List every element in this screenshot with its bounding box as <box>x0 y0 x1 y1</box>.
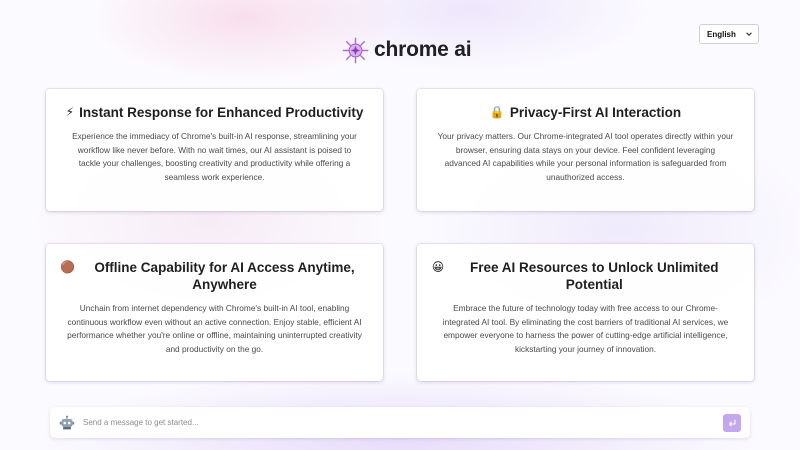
card-title: 😀 Free AI Resources to Unlock Unlimited … <box>431 259 740 293</box>
card-body: Your privacy matters. Our Chrome-integra… <box>437 131 734 182</box>
card-body: Embrace the future of technology today w… <box>442 303 729 354</box>
brand-logo-icon <box>342 37 369 63</box>
language-select[interactable]: English <box>699 24 759 44</box>
feature-card-offline: 🟤 Offline Capability for AI Access Anyti… <box>46 244 383 381</box>
lock-icon: 🔒 <box>489 105 505 119</box>
smiley-icon: 😀 <box>431 260 445 274</box>
card-title-text: Privacy-First AI Interaction <box>509 105 682 120</box>
chat-message-input[interactable] <box>83 412 723 433</box>
feature-card-free-resources: 😀 Free AI Resources to Unlock Unlimited … <box>417 244 754 381</box>
card-title-text: Free AI Resources to Unlock Unlimited Po… <box>469 260 719 292</box>
lightning-icon: ⚡ <box>65 105 75 119</box>
brand-name: chrome ai <box>374 38 472 61</box>
card-title-text: Offline Capability for AI Access Anytime… <box>94 260 355 292</box>
send-button[interactable] <box>723 413 741 432</box>
feature-card-privacy: 🔒 Privacy-First AI Interaction Your priv… <box>417 89 754 211</box>
robot-icon <box>59 415 75 429</box>
card-title-text: Instant Response for Enhanced Productivi… <box>79 105 364 120</box>
chevron-down-icon <box>746 32 752 36</box>
card-title: 🔒 Privacy-First AI Interaction <box>431 104 740 121</box>
card-body: Experience the immediacy of Chrome's bui… <box>72 131 357 182</box>
card-title: ⚡ Instant Response for Enhanced Producti… <box>60 104 369 121</box>
card-title: 🟤 Offline Capability for AI Access Anyti… <box>60 259 369 293</box>
card-body: Unchain from internet dependency with Ch… <box>67 303 362 354</box>
brand: chrome ai <box>342 36 472 64</box>
enter-arrow-icon <box>728 418 736 426</box>
language-select-value: English <box>707 29 736 39</box>
chat-bar <box>50 407 750 438</box>
feature-card-instant-response: ⚡ Instant Response for Enhanced Producti… <box>46 89 383 211</box>
brown-circle-icon: 🟤 <box>60 260 75 274</box>
